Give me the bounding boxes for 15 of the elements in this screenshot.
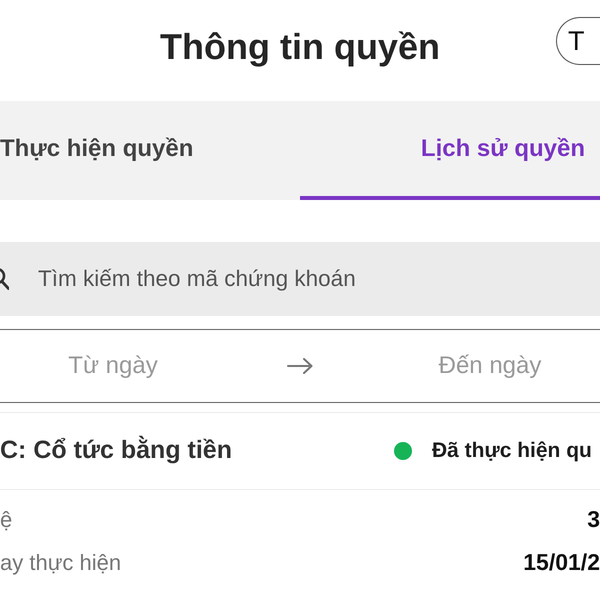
arrow-right-icon [287,358,313,374]
from-date-field[interactable]: Từ ngày [48,348,178,384]
field-value: 15/01/2 [523,548,600,578]
field-label: ay thực hiện [0,549,122,577]
field-value: 3 [587,505,600,534]
search-icon [0,266,9,292]
record-title: C: Cổ tức bằng tiền [0,434,232,466]
field-label: ệ [0,506,12,534]
to-date-field[interactable]: Đến ngày [415,348,565,384]
tab[interactable]: Thực hiện quyền [0,101,300,200]
tab[interactable]: Lịch sử quyền [300,101,600,200]
page-title: Thông tin quyền [160,24,440,68]
account-button[interactable]: T [556,17,600,65]
search-field[interactable]: Tìm kiếm theo mã chứng khoán [0,242,600,316]
status-text: Đã thực hiện qu [432,438,593,464]
